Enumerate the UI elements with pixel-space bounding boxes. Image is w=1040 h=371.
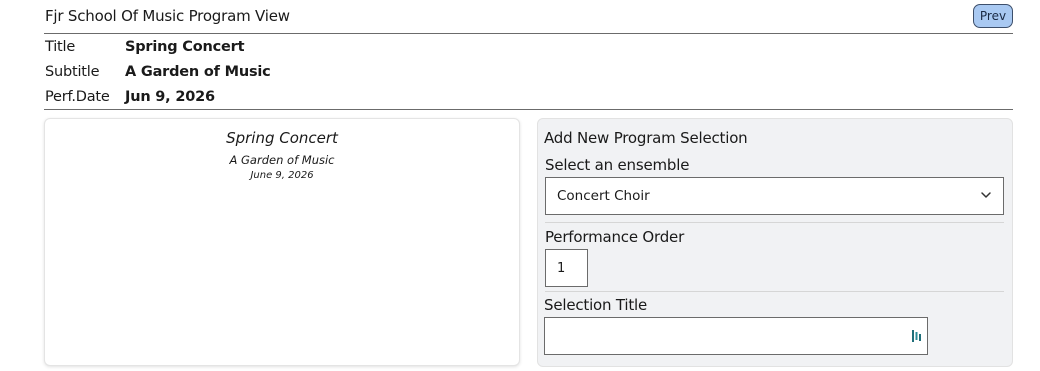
meta-date-label: Perf.Date bbox=[45, 89, 110, 105]
form-divider bbox=[545, 291, 1004, 292]
preview-subtitle: A Garden of Music bbox=[229, 153, 335, 167]
selection-title-input[interactable] bbox=[544, 317, 928, 355]
performance-order-value: 1 bbox=[557, 261, 566, 276]
program-preview-card: Spring Concert A Garden of Music June 9,… bbox=[44, 118, 520, 366]
order-label: Performance Order bbox=[545, 228, 685, 246]
selection-title-label: Selection Title bbox=[544, 296, 648, 314]
meta-row-subtitle: Subtitle A Garden of Music bbox=[45, 60, 271, 84]
meta-row-title: Title Spring Concert bbox=[45, 35, 245, 59]
preview-date: June 9, 2026 bbox=[250, 170, 314, 181]
form-heading: Add New Program Selection bbox=[544, 129, 748, 147]
form-divider bbox=[545, 222, 1004, 223]
app-title: Fjr School Of Music Program View bbox=[45, 7, 290, 25]
ensemble-select[interactable]: Concert Choir bbox=[545, 177, 1004, 215]
meta-title-value: Spring Concert bbox=[125, 39, 245, 55]
ensemble-label: Select an ensemble bbox=[545, 156, 690, 174]
grammar-extension-icon[interactable] bbox=[911, 329, 923, 343]
preview-title: Spring Concert bbox=[226, 129, 338, 147]
meta-date-value: Jun 9, 2026 bbox=[125, 89, 215, 105]
meta-subtitle-label: Subtitle bbox=[45, 64, 100, 80]
app-header: Fjr School Of Music Program View Prev bbox=[44, 0, 1013, 34]
program-meta: Title Spring Concert Subtitle A Garden o… bbox=[44, 34, 1013, 110]
add-selection-form: Add New Program Selection Select an ense… bbox=[537, 118, 1013, 367]
performance-order-input[interactable]: 1 bbox=[545, 249, 588, 287]
chevron-down-icon bbox=[981, 192, 991, 198]
ensemble-select-value: Concert Choir bbox=[557, 188, 650, 204]
meta-row-date: Perf.Date Jun 9, 2026 bbox=[45, 85, 215, 109]
meta-subtitle-value: A Garden of Music bbox=[125, 64, 271, 80]
meta-title-label: Title bbox=[45, 39, 76, 55]
prev-button[interactable]: Prev bbox=[973, 4, 1013, 28]
